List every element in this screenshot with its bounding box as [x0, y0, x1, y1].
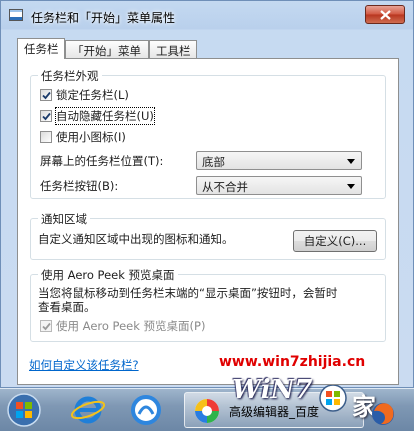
small-icons-label: 使用小图标(I) [56, 130, 126, 144]
windows-taskbar: 高级编辑器_百度 WiN7 家 [0, 375, 414, 431]
checkmark-icon [42, 112, 51, 121]
taskbar-browser-button[interactable] [126, 392, 176, 428]
lock-taskbar-checkbox[interactable] [40, 89, 52, 101]
taskbar-buttons-value: 从不合并 [202, 180, 248, 194]
aero-peek-label: 使用 Aero Peek 预览桌面(P) [56, 319, 206, 333]
notification-description: 自定义通知区域中出现的图标和通知。 [38, 232, 234, 246]
tab-toolbars[interactable]: 工具栏 [149, 40, 197, 58]
checkmark-icon [42, 91, 51, 100]
taskbar-location-value: 底部 [202, 155, 225, 169]
watermark-url: www.win7zhijia.cn [219, 354, 366, 370]
dialog-window: 任务栏和「开始」菜单属性 任务栏 「开始」菜单 工具栏 任务栏外观 锁定任务栏(… [0, 0, 414, 388]
windows-flag-watermark-icon [319, 384, 347, 412]
auto-hide-label: 自动隐藏任务栏(U) [55, 107, 155, 125]
title-bar[interactable]: 任务栏和「开始」菜单属性 [1, 1, 413, 31]
taskbar-firefox-button[interactable] [368, 399, 408, 427]
taskbar-location-label: 屏幕上的任务栏位置(T): [40, 154, 164, 168]
tab-start-menu[interactable]: 「开始」菜单 [65, 40, 149, 58]
watermark-logo: WiN7 [232, 375, 313, 405]
firefox-icon [372, 403, 394, 425]
help-link[interactable]: 如何自定义该任务栏? [29, 357, 139, 373]
taskbar-properties-icon [9, 9, 23, 21]
customize-button[interactable]: 自定义(C)... [293, 230, 377, 252]
close-button[interactable] [365, 5, 405, 24]
aero-peek-checkbox[interactable] [40, 320, 52, 332]
colorful-app-icon [195, 399, 219, 423]
aero-peek-heading: 使用 Aero Peek 预览桌面 [38, 267, 178, 283]
window-title: 任务栏和「开始」菜单属性 [31, 11, 176, 25]
tab-panel-taskbar: 任务栏外观 锁定任务栏(L) 自动隐藏任务栏(U) 使用小图标(I) 屏幕上的任… [17, 58, 399, 385]
taskbar-buttons-select[interactable]: 从不合并 [196, 176, 362, 195]
start-button[interactable] [4, 392, 54, 428]
auto-hide-checkbox[interactable] [40, 110, 52, 122]
browser-icon [131, 395, 161, 425]
checkmark-icon [42, 322, 51, 331]
taskbar-location-select[interactable]: 底部 [196, 151, 362, 170]
aero-peek-description-line2: 查看桌面。 [38, 300, 96, 314]
taskbar-active-label: 高级编辑器_百度 [229, 405, 320, 419]
chevron-down-icon [347, 184, 355, 189]
taskbar-ie-button[interactable] [68, 392, 118, 428]
tab-taskbar[interactable]: 任务栏 [17, 38, 65, 59]
internet-explorer-icon [70, 396, 106, 424]
chevron-down-icon [347, 159, 355, 164]
appearance-heading: 任务栏外观 [38, 68, 102, 84]
notification-heading: 通知区域 [38, 211, 90, 227]
windows-orb-icon [7, 393, 41, 427]
small-icons-checkbox[interactable] [40, 131, 52, 143]
lock-taskbar-label: 锁定任务栏(L) [56, 88, 129, 102]
taskbar-buttons-label: 任务栏按钮(B): [40, 179, 119, 193]
close-icon [380, 10, 391, 20]
